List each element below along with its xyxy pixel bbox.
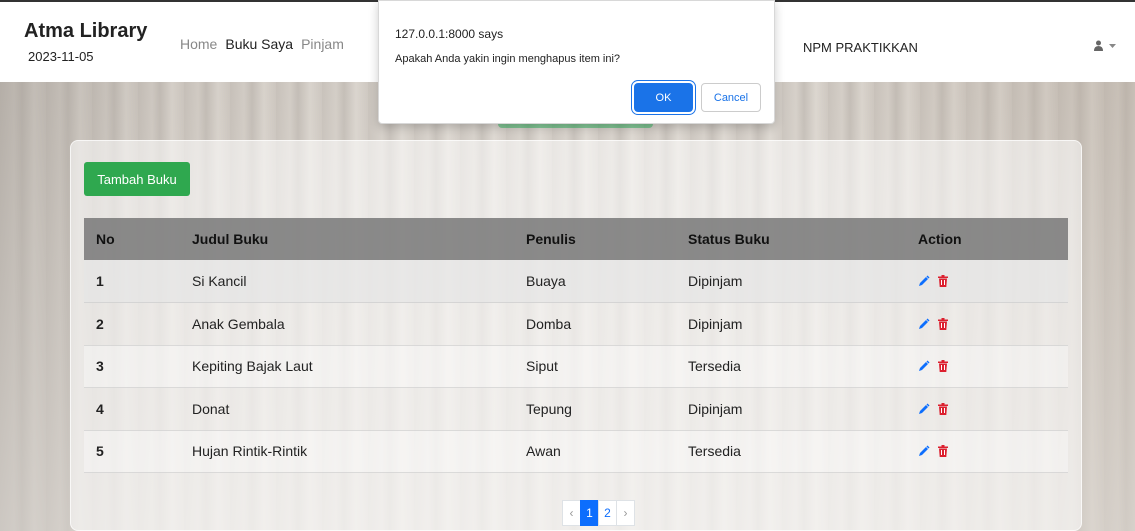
cell-penulis: Tepung bbox=[514, 387, 676, 431]
tambah-buku-button[interactable]: Tambah Buku bbox=[84, 162, 190, 196]
cell-action bbox=[906, 430, 1068, 473]
cell-penulis: Buaya bbox=[514, 260, 676, 303]
cell-action bbox=[906, 345, 1068, 388]
nav-link-home[interactable]: Home bbox=[180, 36, 217, 52]
edit-pencil-icon[interactable] bbox=[918, 445, 930, 457]
cell-action bbox=[906, 387, 1068, 431]
cell-no: 1 bbox=[84, 260, 180, 303]
delete-trash-icon[interactable] bbox=[938, 445, 948, 458]
cell-penulis: Domba bbox=[514, 302, 676, 346]
cell-status: Dipinjam bbox=[676, 302, 906, 346]
cell-judul: Si Kancil bbox=[180, 260, 514, 303]
cell-status: Dipinjam bbox=[676, 260, 906, 303]
user-menu[interactable] bbox=[1094, 40, 1116, 51]
cell-no: 2 bbox=[84, 302, 180, 346]
caret-down-icon[interactable] bbox=[1109, 40, 1116, 51]
nav-links: Home Buku Saya Pinjam bbox=[180, 36, 344, 52]
table-header-row: No Judul Buku Penulis Status Buku Action bbox=[84, 218, 1068, 260]
delete-trash-icon[interactable] bbox=[938, 360, 948, 373]
cell-judul: Hujan Rintik-Rintik bbox=[180, 430, 514, 473]
dialog-title: 127.0.0.1:8000 says bbox=[395, 27, 504, 41]
edit-pencil-icon[interactable] bbox=[918, 275, 930, 287]
delete-trash-icon[interactable] bbox=[938, 275, 948, 287]
nav-link-pinjam[interactable]: Pinjam bbox=[301, 36, 344, 52]
header-judul: Judul Buku bbox=[180, 218, 514, 260]
edit-pencil-icon[interactable] bbox=[918, 403, 930, 415]
cell-no: 4 bbox=[84, 387, 180, 431]
edit-pencil-icon[interactable] bbox=[918, 360, 930, 372]
table-row: 5 Hujan Rintik-Rintik Awan Tersedia bbox=[84, 430, 1068, 473]
cell-judul: Kepiting Bajak Laut bbox=[180, 345, 514, 388]
pagination-page-2[interactable]: 2 bbox=[598, 500, 617, 526]
table-row: 2 Anak Gembala Domba Dipinjam bbox=[84, 302, 1068, 346]
header-action: Action bbox=[906, 218, 1068, 260]
pagination-page-1[interactable]: 1 bbox=[580, 500, 599, 526]
nav-link-buku-saya[interactable]: Buku Saya bbox=[225, 36, 293, 52]
cell-no: 5 bbox=[84, 430, 180, 473]
brand-title[interactable]: Atma Library bbox=[24, 20, 147, 43]
cell-action bbox=[906, 302, 1068, 346]
brand[interactable]: Atma Library 2023-11-05 bbox=[24, 20, 147, 64]
delete-trash-icon[interactable] bbox=[938, 402, 948, 415]
dialog-message: Apakah Anda yakin ingin menghapus item i… bbox=[395, 53, 621, 65]
cell-penulis: Siput bbox=[514, 345, 676, 388]
brand-date: 2023-11-05 bbox=[28, 49, 94, 64]
cell-status: Tersedia bbox=[676, 430, 906, 473]
cell-penulis: Awan bbox=[514, 430, 676, 473]
header-no: No bbox=[84, 218, 180, 260]
cell-no: 3 bbox=[84, 345, 180, 388]
cell-status: Dipinjam bbox=[676, 387, 906, 431]
npm-label: NPM PRAKTIKKAN bbox=[803, 40, 918, 55]
header-status: Status Buku bbox=[676, 218, 906, 260]
user-icon[interactable] bbox=[1094, 40, 1103, 51]
pagination-prev[interactable]: ‹ bbox=[562, 500, 581, 526]
table-row: 1 Si Kancil Buaya Dipinjam bbox=[84, 260, 1068, 303]
books-table: No Judul Buku Penulis Status Buku Action… bbox=[84, 218, 1068, 473]
dialog-ok-button[interactable]: OK bbox=[634, 83, 693, 112]
edit-pencil-icon[interactable] bbox=[918, 318, 930, 330]
cell-action bbox=[906, 260, 1068, 303]
dialog-cancel-button[interactable]: Cancel bbox=[701, 83, 761, 112]
pagination-next[interactable]: › bbox=[616, 500, 635, 526]
delete-trash-icon[interactable] bbox=[938, 317, 948, 330]
cell-judul: Anak Gembala bbox=[180, 302, 514, 346]
pagination: ‹ 1 2 › bbox=[562, 500, 635, 526]
confirm-dialog: 127.0.0.1:8000 says Apakah Anda yakin in… bbox=[378, 0, 775, 124]
header-penulis: Penulis bbox=[514, 218, 676, 260]
cell-status: Tersedia bbox=[676, 345, 906, 388]
table-row: 4 Donat Tepung Dipinjam bbox=[84, 387, 1068, 431]
cell-judul: Donat bbox=[180, 387, 514, 431]
table-row: 3 Kepiting Bajak Laut Siput Tersedia bbox=[84, 345, 1068, 388]
